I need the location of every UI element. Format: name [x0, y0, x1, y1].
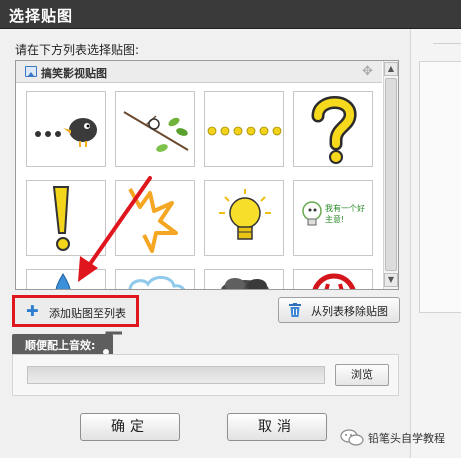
plus-icon: ✚ — [26, 302, 39, 320]
remove-sticker-button[interactable]: 从列表移除贴图 — [278, 297, 400, 323]
instruction-label: 请在下方列表选择贴图: — [15, 43, 140, 57]
watermark-text: 铅笔头自学教程 — [368, 432, 445, 445]
sticker-red-sign[interactable] — [293, 269, 373, 289]
sticker-yellow-dots[interactable] — [204, 91, 284, 167]
sticker-question-mark[interactable] — [293, 91, 373, 167]
scrollbar-thumb[interactable] — [385, 78, 397, 271]
sticker-list-box[interactable]: 搞笑影视贴图 ✥ ▲ ▼ 我有一个好主意! — [15, 60, 399, 290]
sound-effect-label: 顺便配上音效: — [25, 339, 96, 352]
add-sticker-label: 添加贴图至列表 — [49, 307, 126, 320]
sticker-speech-text: 我有一个好主意! — [325, 204, 365, 224]
window-title: 选择贴图 — [9, 7, 74, 25]
sticker-exclamation-mark[interactable] — [26, 180, 106, 256]
trash-icon — [289, 303, 301, 317]
watermark: 铅笔头自学教程 — [340, 428, 461, 448]
sticker-branch-with-leaves[interactable] — [115, 91, 195, 167]
sound-file-path-field[interactable] — [27, 366, 325, 384]
sticker-water-drop[interactable] — [26, 269, 106, 289]
divider — [433, 43, 461, 44]
sticker-light-bulb[interactable] — [204, 180, 284, 256]
title-bar: 选择贴图 — [0, 0, 461, 29]
sticker-grid: 我有一个好主意! — [26, 91, 378, 289]
ok-button[interactable]: 确定 — [80, 413, 180, 441]
image-icon — [25, 66, 37, 77]
scroll-up-arrow-icon[interactable]: ▲ — [384, 62, 398, 76]
sticker-category-title: 搞笑影视贴图 — [41, 67, 107, 80]
preview-area — [419, 61, 461, 313]
vertical-scrollbar[interactable]: ▲ ▼ — [383, 61, 398, 289]
browse-button[interactable]: 浏览 — [335, 364, 389, 386]
sticker-category-header[interactable]: 搞笑影视贴图 ✥ — [16, 61, 382, 83]
wechat-icon — [340, 429, 364, 446]
sticker-spiky-burst[interactable] — [115, 180, 195, 256]
move-icon[interactable]: ✥ — [362, 65, 373, 78]
sticker-dots-and-bird[interactable] — [26, 91, 106, 167]
sound-effect-panel: 浏览 — [12, 354, 399, 396]
cancel-button[interactable]: 取消 — [227, 413, 327, 441]
scroll-down-arrow-icon[interactable]: ▼ — [384, 273, 398, 287]
add-sticker-button[interactable]: ✚ 添加贴图至列表 — [12, 295, 139, 327]
sticker-dark-smoke[interactable] — [204, 269, 284, 289]
remove-sticker-label: 从列表移除贴图 — [311, 305, 388, 318]
right-preview-panel — [410, 29, 461, 458]
sticker-cloud[interactable] — [115, 269, 195, 289]
sticker-idea-bulb-with-text[interactable]: 我有一个好主意! — [293, 180, 373, 256]
